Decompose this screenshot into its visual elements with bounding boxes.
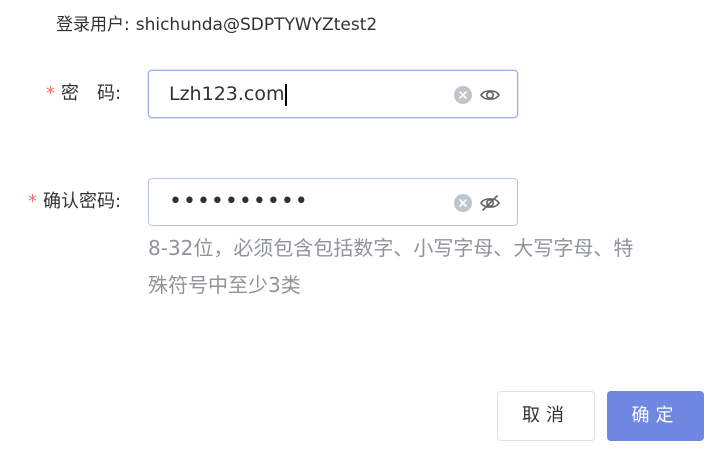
login-user-label: 登录用户: (56, 15, 130, 35)
required-mark: * (28, 191, 37, 212)
password-input[interactable]: Lzh123.com (148, 70, 518, 118)
confirm-password-input[interactable]: •••••••••• (148, 178, 518, 226)
password-rule-hint: 8-32位，必须包含包括数字、小写字母、大写字母、特殊符号中至少3类 (148, 236, 634, 297)
password-label-text: 密 码: (61, 83, 122, 104)
confirm-password-row: * 确认密码: •••••••••• (0, 178, 724, 228)
text-caret (285, 83, 288, 106)
password-row: * 密 码: Lzh123.com (0, 70, 724, 120)
eye-icon[interactable] (479, 84, 501, 106)
confirm-button[interactable]: 确定 (607, 391, 704, 441)
change-password-dialog: 登录用户: shichunda@SDPTYWYZtest2 * 密 码: Lzh12… (0, 0, 724, 457)
clear-icon[interactable] (454, 86, 472, 104)
clear-icon[interactable] (454, 194, 472, 212)
required-mark: * (46, 83, 55, 104)
login-user-line: 登录用户: shichunda@SDPTYWYZtest2 (56, 10, 377, 35)
cancel-button[interactable]: 取消 (497, 391, 595, 441)
confirm-password-label: * 确认密码: (28, 178, 121, 226)
eye-off-icon[interactable] (479, 192, 501, 214)
confirm-password-label-text: 确认密码: (43, 191, 122, 212)
confirm-password-input-value[interactable]: •••••••••• (169, 179, 309, 225)
login-user-value: shichunda@SDPTYWYZtest2 (135, 15, 378, 35)
password-input-value[interactable]: Lzh123.com (169, 71, 288, 117)
password-label: * 密 码: (46, 70, 121, 118)
